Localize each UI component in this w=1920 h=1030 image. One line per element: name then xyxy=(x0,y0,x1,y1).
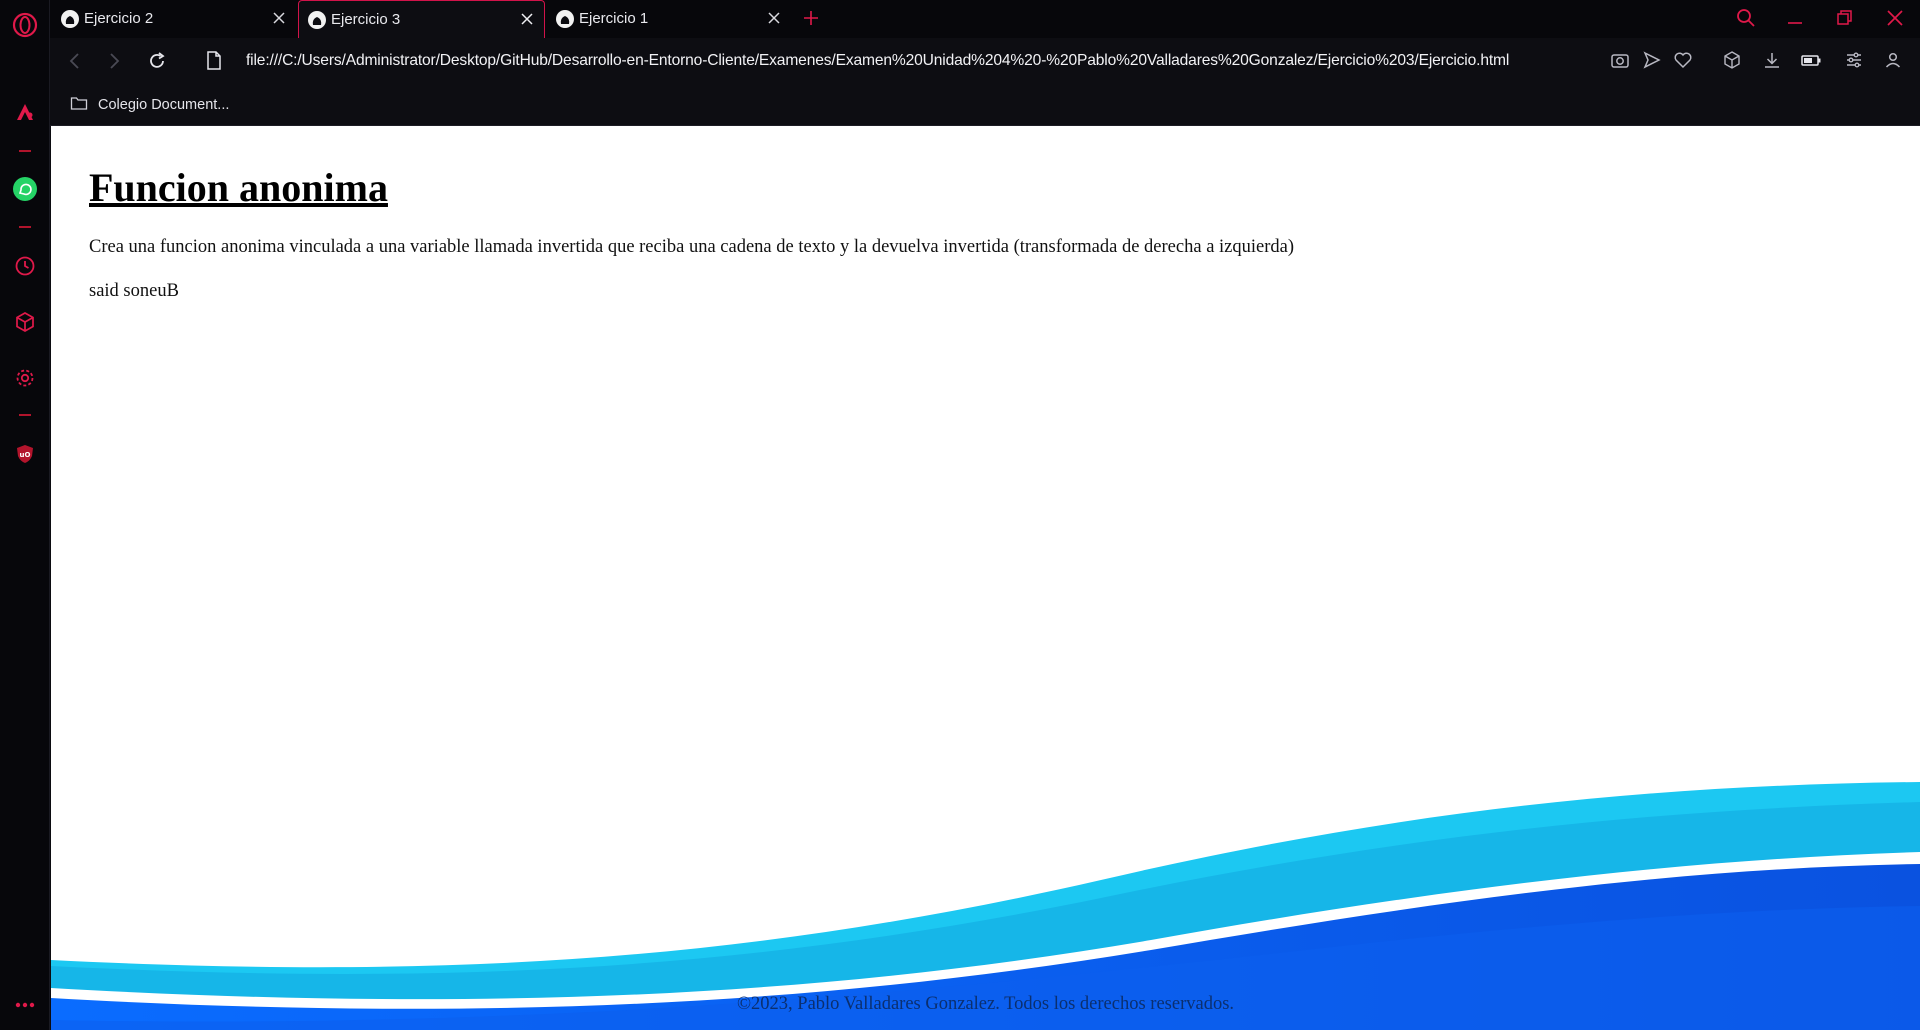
tab-search-icon[interactable] xyxy=(1736,8,1756,33)
sidebar-divider xyxy=(19,150,31,152)
page-viewport: Funcion anonima Crea una funcion anonima… xyxy=(51,126,1920,1030)
close-tab-icon[interactable] xyxy=(272,11,286,29)
aria-icon[interactable] xyxy=(0,98,50,126)
bookmark-heart-icon[interactable] xyxy=(1673,50,1693,75)
page-footer: ©2023, Pablo Valladares Gonzalez. Todos … xyxy=(736,994,1235,1014)
bookmarks-bar: Colegio Document... xyxy=(50,86,1920,126)
extensions-cube-icon[interactable] xyxy=(0,308,50,336)
folder-icon xyxy=(70,95,88,115)
tab-ejercicio-3[interactable]: Ejercicio 3 xyxy=(298,0,545,38)
footer-wave-graphic xyxy=(51,782,1920,1030)
github-favicon-icon xyxy=(307,10,327,34)
github-favicon-icon xyxy=(555,9,575,33)
close-tab-icon[interactable] xyxy=(520,12,534,30)
extensions-cube-icon[interactable] xyxy=(1722,50,1742,75)
address-toolbar: file:///C:/Users/Administrator/Desktop/G… xyxy=(50,38,1920,86)
more-options-icon[interactable] xyxy=(0,994,50,1016)
file-page-icon xyxy=(205,50,223,77)
exercise-description: Crea una funcion anonima vinculada a una… xyxy=(89,237,1295,257)
ublock-shield-icon[interactable]: uO xyxy=(0,440,50,468)
profile-user-icon[interactable] xyxy=(1883,50,1903,75)
tab-ejercicio-2[interactable]: Ejercicio 2 xyxy=(52,0,296,38)
github-favicon-icon xyxy=(60,9,80,33)
url-field[interactable]: file:///C:/Users/Administrator/Desktop/G… xyxy=(246,52,1509,70)
battery-saver-icon[interactable] xyxy=(1800,50,1822,75)
reversed-output: said soneuB xyxy=(89,281,179,301)
new-tab-plus-icon[interactable] xyxy=(802,9,820,32)
browser-sidebar: uO xyxy=(0,0,50,1030)
download-icon[interactable] xyxy=(1762,50,1782,75)
reload-icon[interactable] xyxy=(146,50,168,77)
sidebar-divider xyxy=(19,226,31,228)
settings-gear-icon[interactable] xyxy=(0,364,50,392)
easy-setup-sliders-icon[interactable] xyxy=(1844,50,1864,75)
tab-strip: Ejercicio 2 Ejercicio 3 Ejercicio 1 xyxy=(50,0,1920,38)
sidebar-divider xyxy=(19,414,31,416)
close-tab-icon[interactable] xyxy=(767,11,781,29)
back-arrow-icon[interactable] xyxy=(64,50,86,77)
tab-ejercicio-1[interactable]: Ejercicio 1 xyxy=(547,0,791,38)
restore-window-icon[interactable] xyxy=(1835,8,1855,33)
svg-text:uO: uO xyxy=(20,451,31,459)
page-title: Funcion anonima xyxy=(89,165,388,210)
opera-logo-icon[interactable] xyxy=(0,10,50,40)
whatsapp-icon[interactable] xyxy=(0,175,50,203)
minimize-window-icon[interactable] xyxy=(1785,8,1805,33)
bookmark-folder[interactable]: Colegio Document... xyxy=(70,95,229,115)
history-icon[interactable] xyxy=(0,252,50,280)
send-arrow-icon[interactable] xyxy=(1642,50,1662,75)
snapshot-camera-icon[interactable] xyxy=(1610,50,1630,75)
close-window-icon[interactable] xyxy=(1885,8,1905,33)
forward-arrow-icon[interactable] xyxy=(103,50,125,77)
bookmark-label: Colegio Document... xyxy=(98,97,230,113)
